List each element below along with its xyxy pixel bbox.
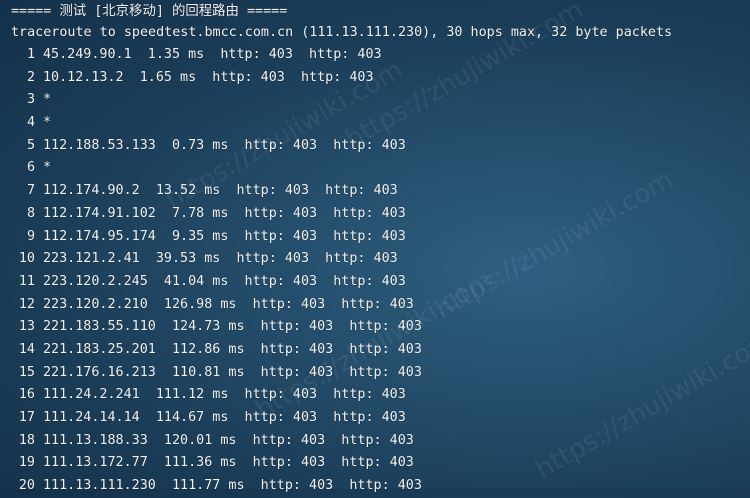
hop-row: 14 221.183.25.201 112.86 ms http: 403 htt… [11, 339, 750, 362]
hop-row: 8 112.174.91.102 7.78 ms http: 403 http: … [11, 203, 750, 226]
hop-row: 6 * [11, 157, 750, 180]
hop-row: 7 112.174.90.2 13.52 ms http: 403 http: 4… [11, 180, 750, 203]
hop-row: 10 223.121.2.41 39.53 ms http: 403 http: … [11, 248, 750, 271]
traceroute-command-line: traceroute to speedtest.bmcc.com.cn (111… [11, 25, 673, 40]
hop-number: 19 [18, 455, 35, 471]
hop-result: 112.174.95.174 9.35 ms http: 403 http: 4… [43, 228, 406, 244]
hop-result: 45.249.90.1 1.35 ms http: 403 http: 403 [43, 47, 382, 62]
hop-number: 17 [18, 410, 35, 425]
hop-list: 1 45.249.90.1 1.35 ms http: 403 http: 403… [11, 44, 750, 498]
hop-result: 221.183.55.110 124.73 ms http: 403 http:… [43, 319, 422, 335]
hop-number: 9 [26, 228, 35, 244]
hop-result: 111.13.188.33 120.01 ms http: 403 http: … [43, 432, 414, 448]
hop-row: 15 221.176.16.213 110.81 ms http: 403 htt… [11, 362, 750, 385]
hop-row: 4 * [11, 112, 750, 135]
hop-number: 20 [18, 478, 35, 494]
hop-result: 111.24.2.241 111.12 ms http: 403 http: 4… [43, 387, 406, 403]
hop-row: 13 221.183.55.110 124.73 ms http: 403 htt… [11, 316, 750, 339]
hop-result: * [43, 160, 52, 176]
hop-result: 112.188.53.133 0.73 ms http: 403 http: 4… [43, 137, 406, 153]
hop-number: 18 [18, 432, 35, 448]
hop-result: 221.176.16.213 110.81 ms http: 403 http:… [43, 364, 422, 380]
hop-row: 9 112.174.95.174 9.35 ms http: 403 http: … [11, 226, 750, 249]
hop-result: 111.24.14.14 114.67 ms http: 403 http: 4… [43, 410, 406, 425]
hop-number: 6 [26, 160, 35, 176]
hop-row: 19 111.13.172.77 111.36 ms http: 403 http… [11, 452, 750, 475]
hop-row: 1 45.249.90.1 1.35 ms http: 403 http: 403 [11, 44, 750, 67]
hop-number: 4 [26, 115, 35, 131]
hop-number: 11 [18, 273, 35, 289]
section-header: ===== 测试 [北京移动] 的回程路由 ===== [11, 4, 288, 19]
hop-number: 2 [26, 69, 35, 85]
hop-result: * [43, 92, 52, 108]
hop-result: 10.12.13.2 1.65 ms http: 403 http: 403 [43, 69, 374, 85]
hop-row: 17 111.24.14.14 114.67 ms http: 403 http:… [11, 407, 750, 430]
hop-number: 5 [26, 137, 35, 153]
hop-row: 5 112.188.53.133 0.73 ms http: 403 http: … [11, 135, 750, 158]
hop-result: 112.174.90.2 13.52 ms http: 403 http: 40… [43, 183, 398, 199]
hop-result: 223.120.2.245 41.04 ms http: 403 http: 4… [43, 273, 406, 289]
hop-result: 111.13.111.230 111.77 ms http: 403 http:… [43, 478, 422, 494]
hop-row: 18 111.13.188.33 120.01 ms http: 403 http… [11, 430, 750, 453]
hop-row: 3 * [11, 89, 750, 112]
hop-number: 16 [18, 387, 35, 403]
hop-number: 14 [18, 341, 35, 357]
hop-number: 12 [18, 296, 35, 312]
hop-result: 223.120.2.210 126.98 ms http: 403 http: … [43, 296, 414, 312]
hop-number: 15 [18, 364, 35, 380]
terminal-output: ===== 测试 [北京移动] 的回程路由 ===== traceroute t… [0, 0, 750, 493]
hop-number: 3 [26, 92, 35, 108]
hop-number: 13 [18, 319, 35, 335]
hop-result: * [43, 115, 52, 131]
hop-number: 10 [18, 251, 35, 267]
hop-result: 221.183.25.201 112.86 ms http: 403 http:… [43, 341, 422, 357]
hop-row: 11 223.120.2.245 41.04 ms http: 403 http:… [11, 271, 750, 294]
hop-row: 20 111.13.111.230 111.77 ms http: 403 htt… [11, 475, 750, 498]
hop-row: 16 111.24.2.241 111.12 ms http: 403 http:… [11, 384, 750, 407]
hop-row: 12 223.120.2.210 126.98 ms http: 403 http… [11, 294, 750, 317]
hop-number: 1 [26, 47, 35, 62]
hop-result: 223.121.2.41 39.53 ms http: 403 http: 40… [43, 251, 398, 267]
hop-number: 8 [26, 205, 35, 221]
hop-row: 2 10.12.13.2 1.65 ms http: 403 http: 403 [11, 67, 750, 90]
hop-result: 111.13.172.77 111.36 ms http: 403 http: … [43, 455, 414, 471]
hop-result: 112.174.91.102 7.78 ms http: 403 http: 4… [43, 205, 406, 221]
hop-number: 7 [26, 183, 35, 199]
